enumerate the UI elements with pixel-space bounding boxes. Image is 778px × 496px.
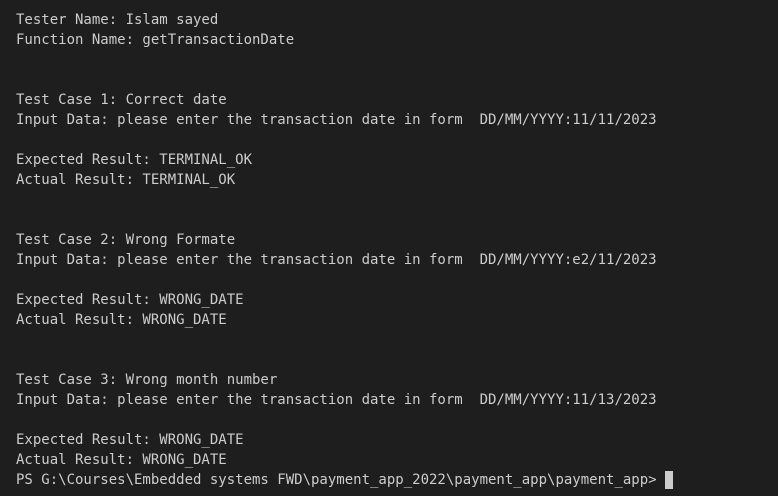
output-line: Input Data: please enter the transaction… bbox=[16, 252, 657, 268]
shell-prompt: PS G:\Courses\Embedded systems FWD\payme… bbox=[16, 472, 657, 488]
prompt-line[interactable]: PS G:\Courses\Embedded systems FWD\payme… bbox=[16, 470, 778, 490]
output-line: Function Name: getTransactionDate bbox=[16, 32, 295, 48]
output-line: Actual Result: TERMINAL_OK bbox=[16, 172, 236, 188]
output-line: Expected Result: WRONG_DATE bbox=[16, 292, 244, 308]
output-line: Test Case 1: Correct date bbox=[16, 92, 227, 108]
terminal-panel[interactable]: Tester Name: Islam sayed Function Name: … bbox=[0, 0, 778, 496]
output-line: Expected Result: WRONG_DATE bbox=[16, 432, 244, 448]
output-line: Actual Result: WRONG_DATE bbox=[16, 312, 227, 328]
output-line: Test Case 3: Wrong month number bbox=[16, 372, 278, 388]
output-line: Tester Name: Islam sayed bbox=[16, 12, 219, 28]
output-line: Test Case 2: Wrong Formate bbox=[16, 232, 236, 248]
output-line: Actual Result: WRONG_DATE bbox=[16, 452, 227, 468]
output-line: Expected Result: TERMINAL_OK bbox=[16, 152, 253, 168]
output-line: Input Data: please enter the transaction… bbox=[16, 112, 657, 128]
output-line: Input Data: please enter the transaction… bbox=[16, 392, 657, 408]
text-cursor bbox=[664, 471, 673, 489]
